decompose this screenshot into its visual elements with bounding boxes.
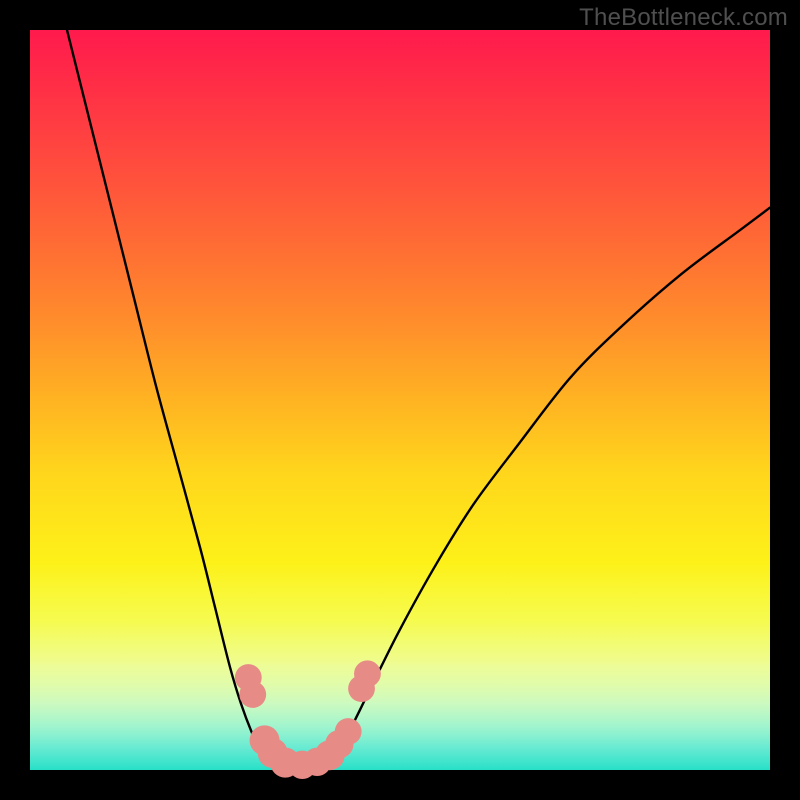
plot-background	[30, 30, 770, 770]
chart-frame: TheBottleneck.com	[0, 0, 800, 800]
watermark-text: TheBottleneck.com	[579, 4, 788, 32]
